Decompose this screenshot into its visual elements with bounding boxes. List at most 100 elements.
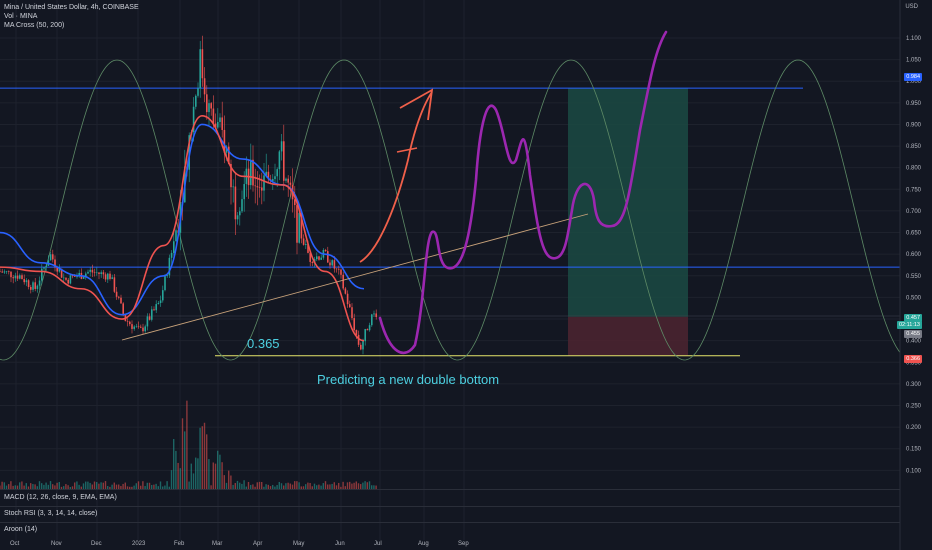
candle-body bbox=[219, 117, 221, 122]
y-tick-label: 0.700 bbox=[906, 209, 922, 215]
candle-body bbox=[5, 271, 8, 272]
candle-body bbox=[38, 280, 41, 286]
candle-body bbox=[221, 117, 223, 130]
candle-body bbox=[30, 286, 32, 290]
y-tick-label: 0.850 bbox=[906, 144, 922, 150]
volume-bar bbox=[186, 400, 188, 489]
candle-body bbox=[285, 178, 287, 181]
candle-body bbox=[87, 271, 89, 274]
pane-separator[interactable] bbox=[0, 522, 900, 523]
candle-body bbox=[305, 244, 307, 245]
volume-bar bbox=[208, 459, 210, 489]
candle-body bbox=[52, 254, 54, 260]
candle-body bbox=[32, 282, 34, 290]
candle-body bbox=[208, 103, 210, 113]
candle-body bbox=[153, 309, 155, 311]
candle-body bbox=[10, 271, 12, 278]
candle-body bbox=[41, 268, 43, 281]
stop-price-tag: 0.366 bbox=[904, 355, 922, 363]
x-tick-label: Mar bbox=[212, 541, 223, 547]
candle-body bbox=[107, 273, 109, 280]
candle-body bbox=[113, 277, 116, 292]
candle-body bbox=[201, 49, 204, 79]
x-tick-label: Dec bbox=[91, 541, 102, 547]
volume-bar bbox=[170, 470, 173, 489]
candle-body bbox=[148, 316, 151, 320]
y-tick-label: 0.650 bbox=[906, 231, 922, 237]
volume-bar bbox=[21, 481, 23, 489]
candle-body bbox=[16, 275, 19, 279]
candle-body bbox=[346, 293, 349, 305]
candle-body bbox=[111, 277, 113, 279]
volume-bar bbox=[214, 463, 217, 489]
volume-bar bbox=[364, 481, 366, 489]
candle-body bbox=[368, 325, 371, 331]
volume-bar bbox=[366, 482, 368, 489]
candle-body bbox=[0, 271, 1, 273]
y-tick-label: 0.100 bbox=[906, 468, 922, 474]
candle-body bbox=[162, 290, 164, 301]
candle-body bbox=[289, 182, 292, 185]
x-tick-label: Nov bbox=[51, 541, 62, 547]
moving-averages bbox=[0, 114, 365, 342]
candle-body bbox=[43, 267, 45, 269]
volume-bar bbox=[256, 482, 258, 489]
candle-body bbox=[212, 108, 215, 124]
price-chart[interactable]: 1.1001.0501.0000.9500.9000.8500.8000.750… bbox=[0, 0, 932, 550]
horizontal-levels bbox=[0, 87, 900, 357]
candle-body bbox=[102, 272, 105, 275]
volume-bar bbox=[217, 450, 219, 489]
candle-body bbox=[100, 272, 102, 275]
candle-body bbox=[287, 178, 289, 183]
volume-bar bbox=[206, 434, 208, 489]
candle-body bbox=[351, 307, 353, 319]
price-axis: 1.1001.0501.0000.9500.9000.8500.8000.750… bbox=[899, 0, 922, 550]
volume-bar bbox=[181, 418, 184, 489]
volume-bar bbox=[175, 450, 177, 489]
candle-body bbox=[206, 94, 208, 113]
candle-body bbox=[335, 268, 338, 270]
candle-body bbox=[210, 103, 212, 109]
candle-body bbox=[338, 268, 340, 270]
candle-body bbox=[364, 329, 366, 342]
candle-body bbox=[151, 309, 153, 320]
candle-body bbox=[49, 254, 52, 261]
target-price-tag: 0.984 bbox=[904, 73, 922, 81]
candle-body bbox=[373, 313, 375, 315]
candle-body bbox=[126, 321, 129, 322]
candle-body bbox=[133, 326, 135, 329]
candle-body bbox=[276, 169, 278, 177]
volume-bar bbox=[76, 481, 78, 489]
candle-body bbox=[261, 187, 263, 191]
candle-body bbox=[27, 280, 30, 287]
candle-body bbox=[67, 279, 69, 284]
candle-body bbox=[69, 275, 72, 284]
candle-body bbox=[243, 184, 245, 200]
aroon-pane-label: Aroon (14) bbox=[4, 526, 38, 533]
volume-bar bbox=[342, 481, 344, 489]
candle-body bbox=[203, 78, 206, 95]
candle-body bbox=[263, 175, 265, 191]
pane-separator[interactable] bbox=[0, 506, 900, 507]
stoch-pane-label: Stoch RSI (3, 3, 14, 14, close) bbox=[4, 510, 98, 517]
candle-body bbox=[173, 241, 175, 253]
candle-body bbox=[21, 275, 23, 280]
candle-body bbox=[327, 251, 329, 263]
y-tick-label: 0.150 bbox=[906, 447, 922, 453]
candle-body bbox=[360, 344, 362, 350]
volume-bar bbox=[298, 482, 300, 489]
candle-body bbox=[19, 275, 21, 279]
y-tick-label: 0.300 bbox=[906, 382, 922, 388]
volume-bar bbox=[324, 481, 327, 489]
volume-bar bbox=[278, 481, 280, 489]
volume-bar bbox=[100, 482, 102, 489]
volume-bar bbox=[184, 431, 186, 489]
volume-bar bbox=[85, 481, 87, 489]
candle-body bbox=[283, 141, 285, 181]
pane-separator[interactable] bbox=[0, 489, 900, 490]
candle-body bbox=[331, 260, 333, 266]
volume-bar bbox=[243, 480, 245, 489]
volume-bar bbox=[228, 470, 230, 489]
cycle-sine-wave bbox=[0, 59, 901, 361]
candle-body bbox=[274, 176, 276, 180]
